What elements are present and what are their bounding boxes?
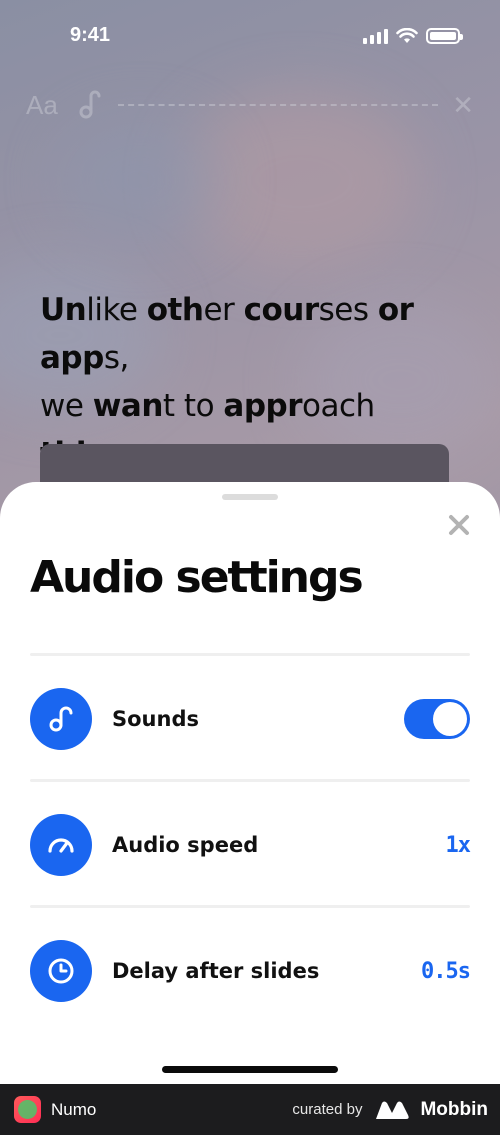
audio-settings-sheet: Audio settings Sounds Audio speed 1x Del… [0,482,500,1084]
headline-fragment: cour [243,292,320,328]
delay-value[interactable]: 0.5s [421,959,471,984]
headline-fragment: t to [162,388,224,424]
headline-fragment: oach [302,388,375,424]
audio-speed-value[interactable]: 1x [446,833,471,858]
status-time: 9:41 [70,24,111,46]
progress-track [117,104,439,106]
headline-fragment: app [40,340,104,376]
lesson-toolbar: Aa ✕ [26,88,474,122]
close-icon[interactable]: ✕ [452,90,474,121]
divider [30,905,470,908]
headline-fragment: or [377,292,414,328]
status-icons [363,28,463,44]
background-blob [60,120,220,240]
cellular-signal-icon [363,28,388,44]
headline-fragment: appr [223,388,302,424]
music-note-icon [30,688,92,750]
home-indicator [162,1066,338,1073]
clock-icon [30,940,92,1002]
headline-fragment: s, [103,340,130,376]
headline-fragment: like [86,292,147,328]
text-size-icon[interactable]: Aa [26,90,58,121]
app-logo-icon [14,1096,41,1123]
app-name: Numo [51,1099,97,1119]
headline-fragment: er [203,292,244,328]
close-icon[interactable] [444,510,474,540]
music-note-icon[interactable] [78,90,104,120]
headline-fragment: oth [146,292,204,328]
sounds-row[interactable]: Sounds [30,688,470,750]
audio-speed-row[interactable]: Audio speed 1x [30,814,471,876]
row-label: Audio speed [112,833,259,857]
divider [30,653,470,656]
headline-fragment: ses [318,292,378,328]
speedometer-icon [30,814,92,876]
mobbin-logo-icon [376,1101,410,1119]
status-bar: 9:41 [0,0,500,74]
toggle-knob [433,702,467,736]
footer-bar: Numo curated by Mobbin [0,1084,500,1135]
headline-fragment: wan [92,388,164,424]
row-label: Delay after slides [112,959,320,983]
wifi-icon [396,28,418,43]
sheet-title: Audio settings [30,552,364,603]
sheet-grabber[interactable] [222,494,278,500]
sounds-toggle[interactable] [404,699,470,739]
headline-fragment: Un [40,292,87,328]
delay-after-slides-row[interactable]: Delay after slides 0.5s [30,940,471,1002]
divider [30,779,470,782]
row-label: Sounds [112,707,199,731]
headline-fragment: we [40,388,93,424]
curated-by-label: curated by [292,1101,363,1118]
battery-icon [426,28,463,44]
brand-name: Mobbin [420,1098,488,1120]
